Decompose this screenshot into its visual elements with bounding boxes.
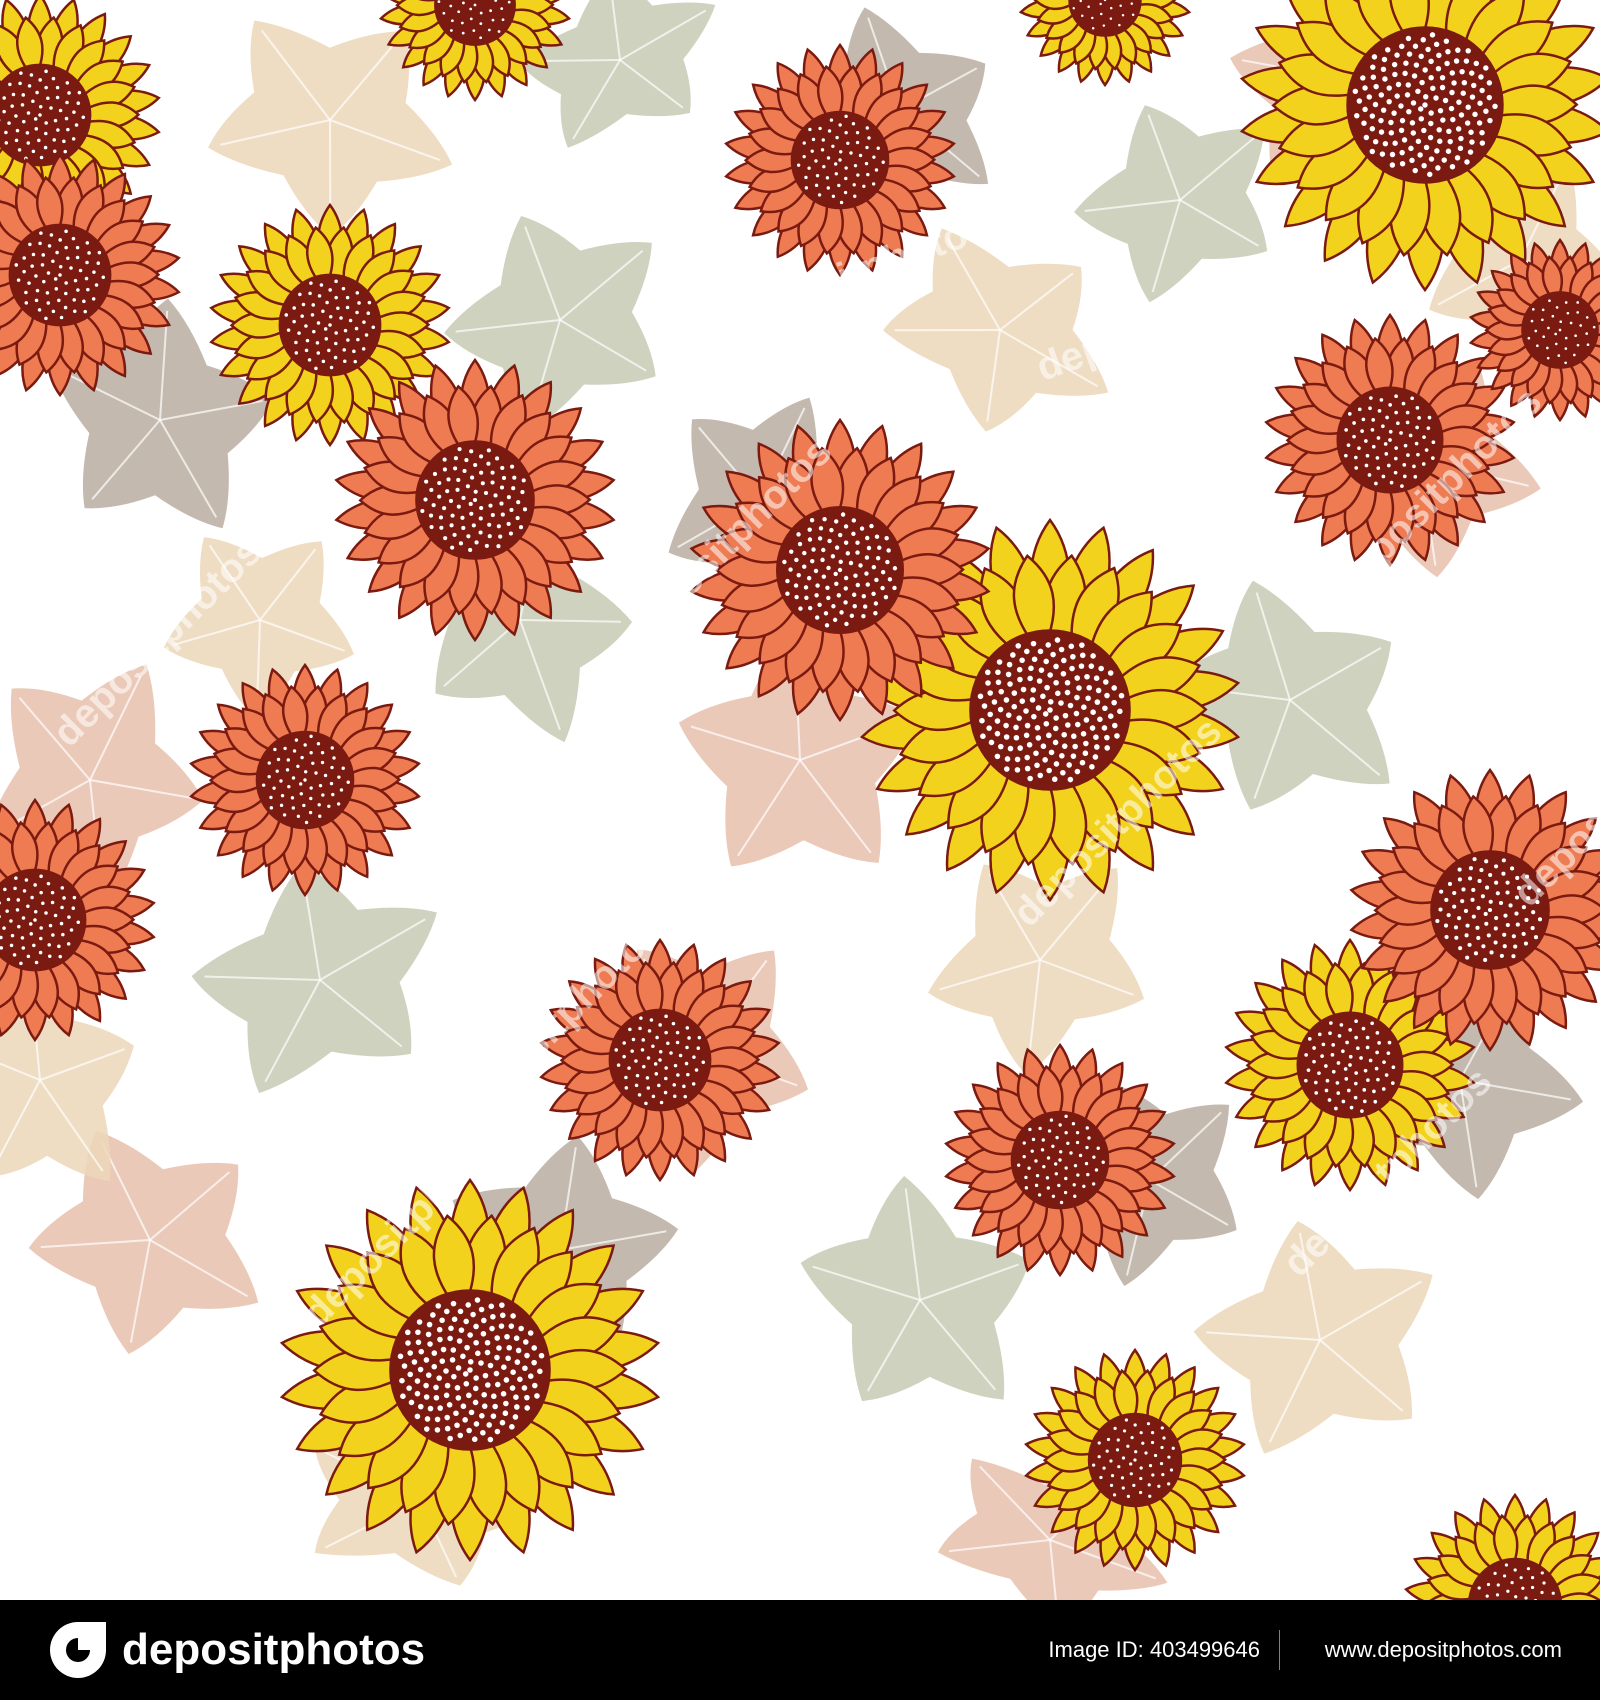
site-url: www.depositphotos.com (1324, 1637, 1562, 1662)
sunflower-pattern-image (0, 0, 1600, 1600)
footer-divider (1279, 1630, 1280, 1670)
stock-image-page: depositphotos depositphotos depositphotos d… (0, 0, 1600, 1700)
image-id-label: Image ID: 403499646 (1048, 1637, 1260, 1662)
brand-name: depositphotos (122, 1625, 426, 1674)
depositphotos-logo-icon (50, 1622, 106, 1678)
stock-footer-bar: depositphotos Image ID: 403499646 www.de… (0, 1600, 1600, 1700)
